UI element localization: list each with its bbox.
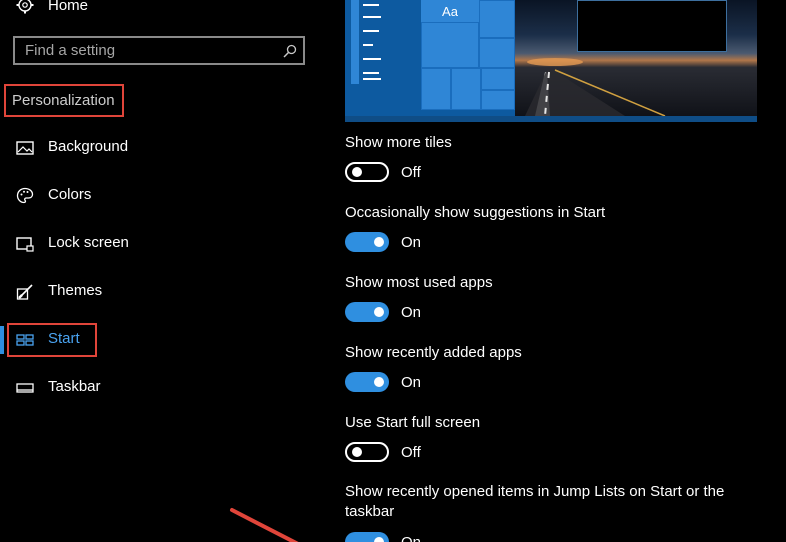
sidebar-item-label: Taskbar — [48, 378, 101, 395]
sidebar-item-lock-screen[interactable]: Lock screen — [0, 232, 300, 256]
setting-full-screen: Use Start full screen Off — [345, 414, 745, 464]
preview-taskbar — [345, 116, 757, 122]
toggle-state-label: On — [401, 374, 422, 391]
taskbar-icon — [16, 383, 34, 393]
preview-tile — [421, 22, 479, 68]
setting-suggestions: Occasionally show suggestions in Start O… — [345, 204, 745, 254]
suggestions-toggle[interactable] — [345, 232, 389, 252]
most-used-apps-toggle[interactable] — [345, 302, 389, 322]
section-title-personalization: Personalization — [4, 84, 124, 117]
preview-list-line — [363, 78, 381, 80]
toggle-knob — [352, 447, 362, 457]
setting-label: Show more tiles — [345, 134, 452, 151]
sidebar-item-colors[interactable]: Colors — [0, 184, 300, 208]
preview-list-line — [363, 4, 379, 6]
palette-icon — [16, 187, 34, 204]
toggle-state-label: On — [401, 534, 421, 542]
toggle-knob — [374, 537, 384, 542]
gear-icon — [16, 0, 34, 14]
sidebar-item-themes[interactable]: Themes — [0, 280, 300, 304]
preview-list-line — [363, 16, 381, 18]
preview-tile — [481, 90, 515, 110]
sidebar-item-label: Lock screen — [48, 234, 129, 251]
sidebar-item-label: Background — [48, 138, 129, 155]
preview-tile — [421, 68, 451, 110]
start-preview-image: Aa — [345, 0, 757, 122]
preview-list-line — [363, 30, 379, 32]
annotation-arrow — [230, 508, 299, 542]
section-title-label: Personalization — [12, 92, 115, 109]
search-icon[interactable] — [283, 44, 297, 58]
start-highlight-box — [7, 323, 97, 357]
setting-recently-added-apps: Show recently added apps On — [345, 344, 745, 394]
picture-icon — [16, 141, 34, 155]
full-screen-toggle[interactable] — [345, 442, 389, 462]
preview-list-line — [363, 72, 379, 74]
preview-window — [577, 0, 727, 52]
preview-tile — [479, 0, 515, 38]
toggle-state-label: On — [401, 304, 422, 321]
setting-label: Show recently opened items in Jump Lists… — [345, 483, 725, 520]
preview-tile-text: Aa — [442, 3, 458, 19]
setting-label: Show recently added apps — [345, 344, 522, 361]
recently-added-apps-toggle[interactable] — [345, 372, 389, 392]
themes-brush-icon — [16, 284, 33, 300]
sidebar-item-taskbar[interactable]: Taskbar — [0, 376, 300, 400]
toggle-knob — [374, 377, 384, 387]
toggle-knob — [374, 307, 384, 317]
preview-list-line — [363, 44, 373, 46]
toggle-knob — [374, 237, 384, 247]
search-input[interactable] — [25, 42, 265, 59]
home-nav-item[interactable]: Home — [16, 0, 88, 16]
search-box[interactable] — [13, 36, 305, 65]
preview-tile — [451, 68, 481, 110]
show-more-tiles-toggle[interactable] — [345, 162, 389, 182]
setting-jump-lists: Show recently opened items in Jump Lists… — [345, 482, 745, 542]
toggle-knob — [352, 167, 362, 177]
setting-label: Use Start full screen — [345, 414, 481, 431]
sidebar-item-label: Colors — [48, 186, 92, 203]
home-label: Home — [48, 0, 89, 14]
sidebar-item-background[interactable]: Background — [0, 136, 300, 160]
preview-list-line — [363, 58, 381, 60]
preview-rail — [351, 0, 359, 84]
setting-label: Show most used apps — [345, 274, 493, 291]
toggle-state-label: Off — [401, 164, 421, 181]
setting-label: Occasionally show suggestions in Start — [345, 204, 606, 221]
settings-window: Home Personalization Background Colors — [0, 0, 786, 542]
setting-most-used-apps: Show most used apps On — [345, 274, 745, 324]
preview-tile — [481, 68, 515, 90]
sidebar-item-label: Themes — [48, 282, 103, 299]
toggle-state-label: On — [401, 234, 422, 251]
preview-tiles: Aa — [421, 0, 515, 110]
setting-show-more-tiles: Show more tiles Off — [345, 134, 745, 184]
lock-screen-icon — [16, 237, 34, 252]
jump-lists-toggle[interactable] — [345, 532, 389, 542]
toggle-state-label: Off — [401, 444, 421, 461]
preview-tile — [479, 38, 515, 68]
